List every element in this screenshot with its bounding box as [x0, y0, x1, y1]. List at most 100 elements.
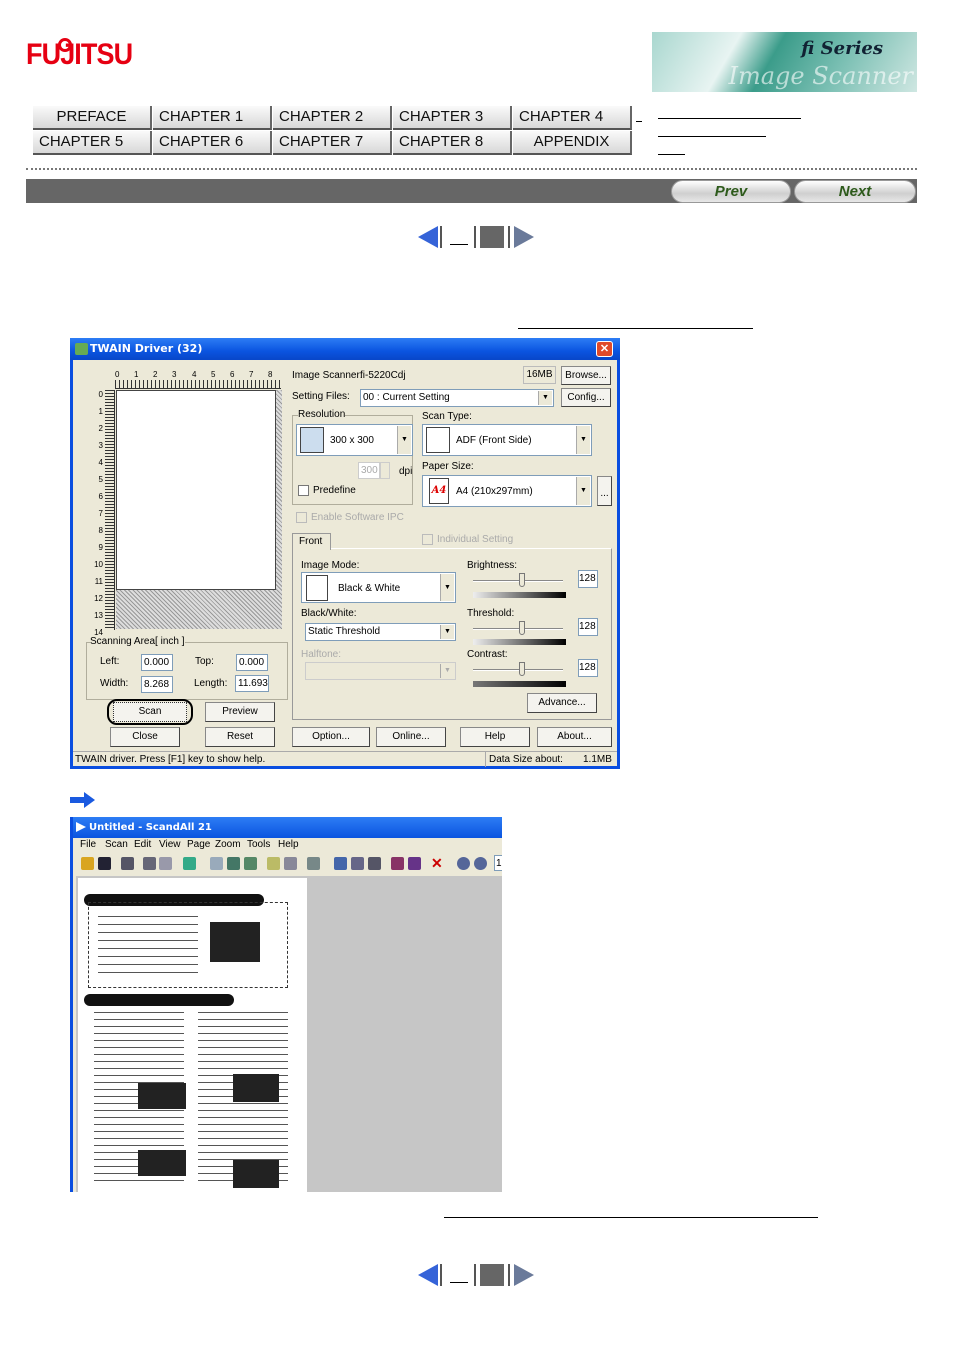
paper-size-more-button[interactable]: ...	[597, 476, 612, 506]
nav-chapter-7[interactable]: CHAPTER 7	[273, 131, 392, 155]
rotate-right-icon[interactable]	[408, 857, 421, 870]
menu-help[interactable]: Help	[278, 839, 299, 850]
online-button[interactable]: Online...	[376, 727, 446, 747]
delete-icon[interactable]: ✕	[431, 856, 444, 870]
scan-setting-icon[interactable]	[267, 857, 280, 870]
chevron-down-icon[interactable]: ▼	[576, 426, 590, 454]
enable-ipc-checkbox[interactable]	[296, 512, 307, 523]
nav-chapter-2[interactable]: CHAPTER 2	[273, 106, 392, 130]
next-button[interactable]: Next	[794, 180, 916, 203]
chevron-down-icon[interactable]: ▼	[440, 625, 454, 639]
close-button[interactable]: Close	[110, 727, 180, 747]
brightness-slider-thumb[interactable]	[519, 573, 525, 587]
cut-icon[interactable]	[334, 857, 347, 870]
close-icon[interactable]: ✕	[596, 341, 613, 357]
preview-button[interactable]: Preview	[205, 702, 275, 722]
scan-button[interactable]: Scan	[113, 702, 187, 722]
next-page-icon[interactable]	[514, 226, 534, 248]
open-icon[interactable]	[81, 857, 94, 870]
width-input[interactable]: 8.268	[141, 676, 173, 693]
dpi-input[interactable]: 300	[358, 462, 380, 479]
paste-icon[interactable]	[368, 857, 381, 870]
scan-icon[interactable]	[210, 857, 223, 870]
menu-page[interactable]: Page	[187, 839, 210, 850]
nav-chapter-1[interactable]: CHAPTER 1	[153, 106, 272, 130]
menu-scan[interactable]: Scan	[105, 839, 128, 850]
nav-chapter-5[interactable]: CHAPTER 5	[33, 131, 152, 155]
threshold-slider-thumb[interactable]	[519, 621, 525, 635]
top-input[interactable]: 0.000	[236, 654, 268, 671]
zoom-out-icon[interactable]	[474, 857, 487, 870]
nav-chapter-3[interactable]: CHAPTER 3	[393, 106, 512, 130]
menu-file[interactable]: File	[80, 839, 96, 850]
header-link-3[interactable]	[658, 154, 685, 155]
resolution-dropdown[interactable]: 300 x 300 ▼	[296, 424, 413, 456]
document-view[interactable]	[76, 876, 502, 1192]
black-white-dropdown[interactable]: Static Threshold ▼	[305, 623, 456, 641]
prev-page-icon[interactable]	[418, 226, 438, 248]
zoom-in-icon[interactable]	[457, 857, 470, 870]
length-input[interactable]: 11.693	[235, 675, 269, 692]
print-icon[interactable]	[143, 857, 156, 870]
header-link-1[interactable]	[658, 118, 801, 119]
scan-continue-icon[interactable]	[244, 857, 257, 870]
halftone-dropdown[interactable]: ▼	[305, 662, 456, 680]
advance-button[interactable]: Advance...	[527, 693, 597, 713]
config-button[interactable]: Config...	[561, 388, 611, 407]
properties-icon[interactable]	[121, 857, 134, 870]
menu-zoom[interactable]: Zoom	[215, 839, 241, 850]
menu-view[interactable]: View	[159, 839, 181, 850]
image-mode-dropdown[interactable]: Black & White ▼	[301, 572, 456, 603]
individual-setting-checkbox[interactable]	[422, 534, 433, 545]
prev-page-icon[interactable]	[418, 1264, 438, 1286]
about-button[interactable]: About...	[537, 727, 612, 747]
chevron-down-icon[interactable]: ▼	[440, 664, 454, 678]
nav-preface[interactable]: PREFACE	[33, 106, 152, 130]
menu-edit[interactable]: Edit	[134, 839, 151, 850]
chevron-down-icon[interactable]: ▼	[440, 574, 454, 601]
brightness-slider[interactable]	[473, 580, 563, 582]
scan-type-dropdown[interactable]: ADF (Front Side) ▼	[422, 424, 592, 456]
reset-button[interactable]: Reset	[205, 727, 275, 747]
content-link-1[interactable]	[518, 328, 753, 329]
exit-icon[interactable]	[183, 857, 196, 870]
chevron-down-icon[interactable]: ▼	[538, 391, 552, 405]
nav-chapter-6[interactable]: CHAPTER 6	[153, 131, 272, 155]
paper-size-dropdown[interactable]: A4 A4 (210x297mm) ▼	[422, 475, 592, 507]
scan-area-page[interactable]	[116, 390, 276, 590]
nav-chapter-4[interactable]: CHAPTER 4	[513, 106, 632, 130]
save-icon[interactable]	[98, 857, 111, 870]
menu-tools[interactable]: Tools	[247, 839, 270, 850]
scan-batch-icon[interactable]	[227, 857, 240, 870]
nav-chapter-8[interactable]: CHAPTER 8	[393, 131, 512, 155]
predefine-checkbox[interactable]	[298, 485, 309, 496]
nav-appendix[interactable]: APPENDIX	[513, 131, 632, 155]
browse-button[interactable]: Browse...	[561, 366, 611, 385]
rotate-left-icon[interactable]	[391, 857, 404, 870]
threshold-value[interactable]: 128	[578, 618, 598, 636]
header-link-2[interactable]	[658, 136, 766, 137]
contrast-slider[interactable]	[473, 669, 563, 671]
option-button[interactable]: Option...	[292, 727, 370, 747]
chevron-down-icon[interactable]: ▼	[576, 477, 590, 505]
index-icon[interactable]	[480, 226, 504, 248]
print-preview-icon[interactable]	[159, 857, 172, 870]
contrast-slider-thumb[interactable]	[519, 662, 525, 676]
help-button[interactable]: Help	[460, 727, 530, 747]
brightness-value[interactable]: 128	[578, 570, 598, 588]
tab-front[interactable]: Front	[292, 533, 331, 550]
index-icon[interactable]	[480, 1264, 504, 1286]
left-input[interactable]: 0.000	[141, 654, 173, 671]
threshold-slider[interactable]	[473, 628, 563, 630]
scanner-icon[interactable]	[307, 857, 320, 870]
next-page-icon[interactable]	[514, 1264, 534, 1286]
scan-select-icon[interactable]	[284, 857, 297, 870]
copy-icon[interactable]	[351, 857, 364, 870]
content-link-2[interactable]	[444, 1217, 818, 1218]
setting-files-dropdown[interactable]: 00 : Current Setting ▼	[360, 389, 554, 407]
prev-button[interactable]: Prev	[671, 180, 791, 203]
page-number-input[interactable]: 1	[494, 855, 502, 871]
contrast-value[interactable]: 128	[578, 659, 598, 677]
dpi-spinner[interactable]	[380, 462, 390, 479]
chevron-down-icon[interactable]: ▼	[397, 426, 411, 454]
